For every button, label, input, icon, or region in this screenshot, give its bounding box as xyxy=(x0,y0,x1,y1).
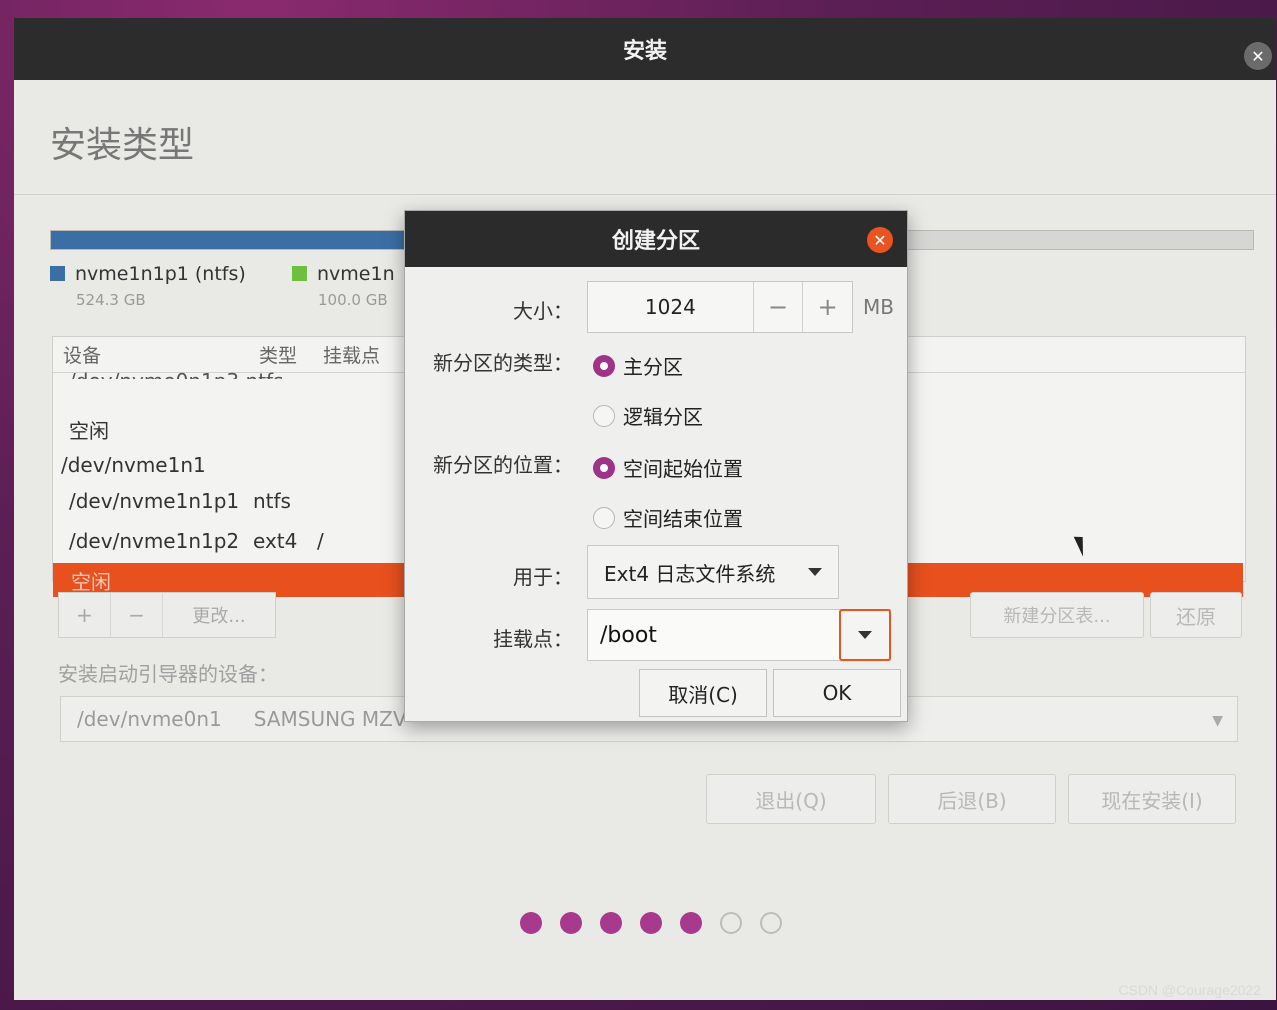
partition-type-label: 新分区的类型： xyxy=(433,351,573,375)
window-titlebar: 安装 ✕ xyxy=(14,18,1276,80)
size-increment-button[interactable]: + xyxy=(802,282,852,332)
progress-dot-pending xyxy=(720,912,742,934)
mount-point-dropdown-button[interactable] xyxy=(839,609,891,661)
watermark: CSDN @Courage2022 xyxy=(1118,982,1261,998)
size-label: 大小： xyxy=(513,299,573,323)
size-spinbox[interactable]: 1024 − + xyxy=(587,281,853,333)
progress-dot-done xyxy=(680,912,702,934)
use-as-label: 用于： xyxy=(513,565,573,589)
radio-label: 空间结束位置 xyxy=(623,507,743,531)
progress-dot-done xyxy=(640,912,662,934)
row-type: ntfs xyxy=(253,489,291,513)
row-device: 空闲 xyxy=(71,569,111,594)
partition-bar-segment-ntfs xyxy=(51,231,431,249)
remove-partition-button[interactable]: − xyxy=(111,593,163,637)
column-header-device[interactable]: 设备 xyxy=(63,341,259,368)
radio-label: 逻辑分区 xyxy=(623,405,703,429)
table-row[interactable]: /dev/nvme1n1p1 ntfs xyxy=(69,489,291,513)
column-header-mount[interactable]: 挂载点 xyxy=(323,341,380,368)
create-partition-dialog: 创建分区 ✕ 大小： 1024 − + MB 新分区的类型： 主分区 逻辑分区 … xyxy=(404,210,908,722)
window-close-icon[interactable]: ✕ xyxy=(1244,42,1272,70)
radio-label: 主分区 xyxy=(623,355,683,379)
partition-location-label: 新分区的位置： xyxy=(433,453,573,477)
boot-device: /dev/nvme0n1 xyxy=(77,707,222,731)
dropdown-arrow-icon xyxy=(858,631,872,639)
legend-item: nvme1n 100.0 GB xyxy=(292,263,395,309)
progress-dot-done xyxy=(560,912,582,934)
legend-swatch xyxy=(292,266,307,281)
mount-point-label: 挂载点： xyxy=(493,627,573,651)
dialog-title: 创建分区 xyxy=(611,229,700,254)
boot-device-model: SAMSUNG MZV xyxy=(253,707,407,731)
radio-unchecked-icon xyxy=(593,506,615,529)
progress-dot-pending xyxy=(760,912,782,934)
size-decrement-button[interactable]: − xyxy=(752,282,803,332)
chevron-down-icon: ▼ xyxy=(1212,713,1223,729)
size-unit: MB xyxy=(863,295,894,319)
ok-button[interactable]: OK xyxy=(773,669,901,717)
progress-dots xyxy=(520,912,782,934)
revert-button[interactable]: 还原 xyxy=(1150,592,1242,638)
mount-point-input[interactable]: /boot xyxy=(587,609,891,661)
dialog-titlebar: 创建分区 ✕ xyxy=(405,211,907,267)
header-divider xyxy=(14,194,1276,195)
legend-size: 100.0 GB xyxy=(318,291,388,309)
legend-size: 524.3 GB xyxy=(76,291,146,309)
table-row[interactable]: /dev/nvme1n1 xyxy=(61,453,206,477)
row-device: 空闲 xyxy=(69,419,109,443)
filesystem-value: Ext4 日志文件系统 xyxy=(604,561,776,586)
legend-item: nvme1n1p1 (ntfs) 524.3 GB xyxy=(50,263,246,309)
column-header-type[interactable]: 类型 xyxy=(259,341,323,368)
dropdown-arrow-icon xyxy=(808,568,822,576)
row-mount: / xyxy=(317,529,324,553)
boot-loader-label: 安装启动引导器的设备： xyxy=(58,662,278,686)
dialog-close-icon[interactable]: ✕ xyxy=(867,227,893,253)
legend-swatch xyxy=(50,266,65,281)
row-type: ntfs xyxy=(246,369,284,379)
row-device: /dev/nvme0n1p3 xyxy=(69,369,239,379)
radio-checked-icon xyxy=(593,354,615,377)
window-title: 安装 xyxy=(622,39,667,64)
partition-toolbar: + − 更改... xyxy=(58,592,276,638)
row-device: /dev/nvme1n1 xyxy=(61,453,206,477)
radio-logical-partition[interactable]: 逻辑分区 xyxy=(593,401,703,430)
row-device: /dev/nvme1n1p1 xyxy=(69,489,240,513)
change-partition-button[interactable]: 更改... xyxy=(163,593,275,637)
radio-label: 空间起始位置 xyxy=(623,457,743,481)
radio-unchecked-icon xyxy=(593,404,615,427)
radio-primary-partition[interactable]: 主分区 xyxy=(593,351,683,380)
table-row[interactable]: /dev/nvme0n1p3 ntfs xyxy=(69,369,284,379)
radio-location-start[interactable]: 空间起始位置 xyxy=(593,453,743,482)
quit-button[interactable]: 退出(Q) xyxy=(706,774,876,824)
cancel-button[interactable]: 取消(C) xyxy=(639,669,767,717)
legend-name: nvme1n1p1 (ntfs) xyxy=(75,263,246,285)
row-type: ext4 xyxy=(253,529,298,553)
row-device: /dev/nvme1n1p2 xyxy=(69,529,240,553)
mount-point-value: /boot xyxy=(600,622,657,648)
radio-location-end[interactable]: 空间结束位置 xyxy=(593,503,743,532)
table-row[interactable]: 空闲 xyxy=(69,415,109,444)
radio-checked-icon xyxy=(593,456,615,479)
filesystem-select[interactable]: Ext4 日志文件系统 xyxy=(587,545,839,599)
legend-name: nvme1n xyxy=(317,263,395,285)
new-partition-table-button[interactable]: 新建分区表... xyxy=(970,592,1144,638)
back-button[interactable]: 后退(B) xyxy=(888,774,1056,824)
table-row[interactable]: /dev/nvme1n1p2 ext4 / xyxy=(69,529,324,553)
add-partition-button[interactable]: + xyxy=(59,593,111,637)
progress-dot-done xyxy=(600,912,622,934)
install-now-button[interactable]: 现在安装(I) xyxy=(1068,774,1236,824)
progress-dot-done xyxy=(520,912,542,934)
size-input[interactable]: 1024 xyxy=(588,295,753,319)
page-title: 安装类型 xyxy=(50,125,195,166)
